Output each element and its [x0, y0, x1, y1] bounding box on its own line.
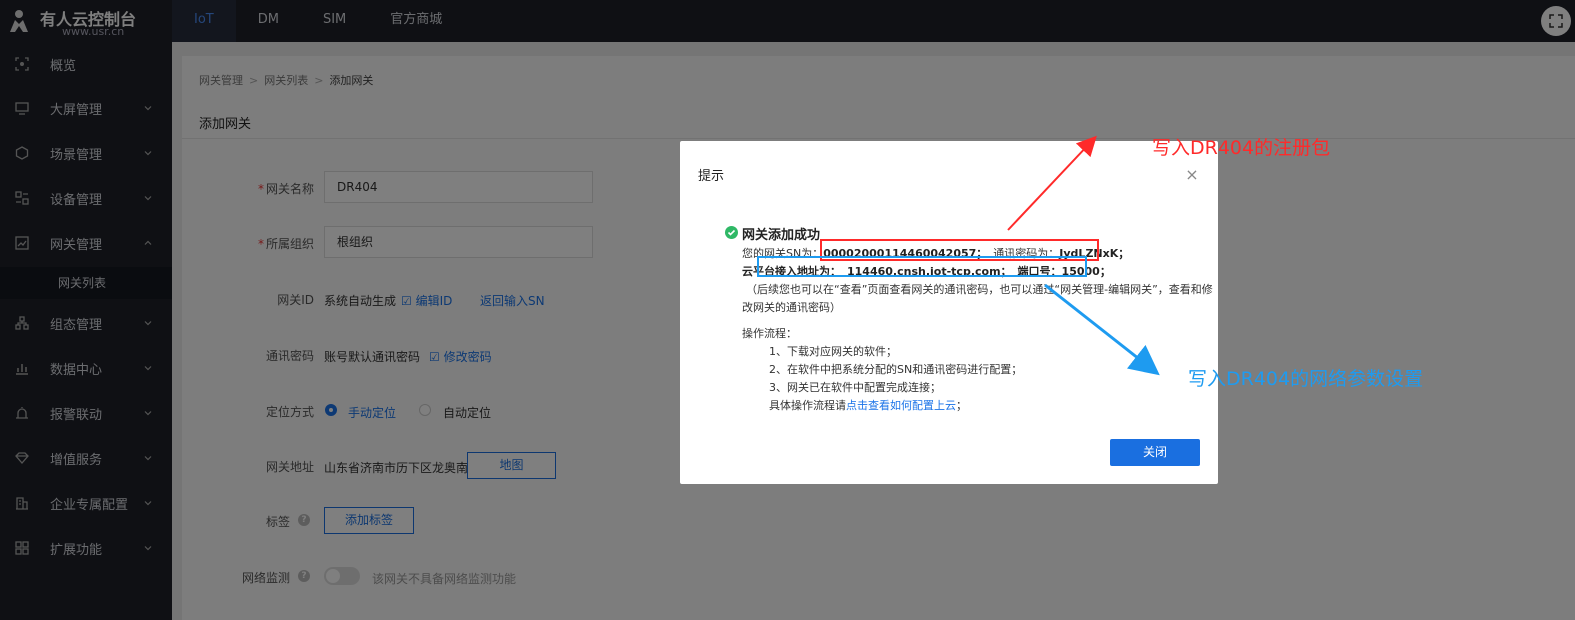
red-arrow [1007, 135, 1097, 231]
blue-arrow [1044, 283, 1160, 376]
annotation-arrows [1007, 135, 1160, 376]
red-annotation-text: 写入DR404的注册包 [1152, 137, 1331, 159]
blue-annotation-text: 写入DR404的网络参数设置 [1188, 368, 1424, 390]
